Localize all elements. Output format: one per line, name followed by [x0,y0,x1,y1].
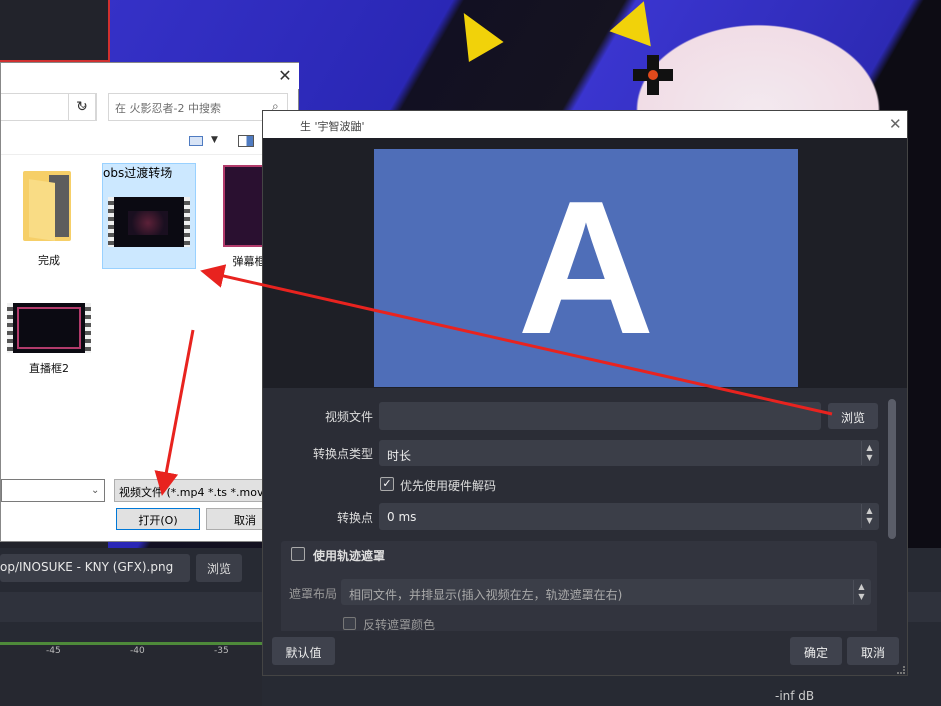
file-item-label: obs过渡转场 [103,166,173,180]
mixer-tick: -35 [214,646,229,656]
defaults-button[interactable]: 默认值 [272,637,335,665]
file-item-video-selected[interactable]: obs过渡转场 [102,163,196,269]
cancel-button[interactable]: 取消 [847,637,899,665]
use-track-matte-checkbox[interactable] [291,547,305,561]
search-placeholder: 在 火影忍者-2 中搜索 [115,102,221,115]
browse-button[interactable]: 浏览 [828,403,878,429]
input-value: 0 ms [387,510,417,524]
source-browse-button[interactable]: 浏览 [196,554,242,582]
close-icon[interactable]: ✕ [889,115,902,133]
file-item-label: 完成 [38,254,60,267]
transition-point-input[interactable]: 0 ms ▲ ▼ [379,503,879,530]
search-input[interactable]: 在 火影忍者-2 中搜索 ⌕ [108,93,288,121]
preview-selection-border [108,0,110,62]
dialog-titlebar [1,63,299,89]
video-thumbnail-icon [108,197,190,247]
video-thumbnail-icon [7,303,91,353]
file-item-video[interactable]: 直播框2 [3,303,95,383]
filename-input[interactable]: ⌄ [1,479,105,502]
file-open-dialog: ✕ ⌄ ↻ 在 火影忍者-2 中搜索 ⌕ ▼ ? 完成 obs过渡转场 弹幕框 [0,62,299,542]
properties-dialog: 生 '宇智波鼬' ✕ A 视频文件 浏览 转换点类型 时长 ▲ ▼ ✓ 优先使用硬… [262,110,908,676]
filetype-value: 视频文件 (*.mp4 *.ts *.mov *. [119,486,276,499]
hw-decode-checkbox[interactable]: ✓ [380,477,394,491]
chevron-updown-icon[interactable]: ▲ ▼ [853,580,869,604]
transition-preview: A [374,149,798,387]
chevron-down-icon[interactable]: ▼ [211,135,218,145]
view-mode-icon[interactable] [189,136,203,146]
open-button[interactable]: 打开(O) [116,508,200,530]
matte-layout-label: 遮罩布局 [288,587,337,601]
volume-readout: -inf dB [775,689,815,703]
use-track-matte-label: 使用轨迹遮罩 [313,549,386,563]
transition-point-type-select[interactable]: 时长 ▲ ▼ [379,440,879,466]
mixer-tick: -40 [130,646,145,656]
dialog-title: 生 '宇智波鼬' [263,111,907,138]
video-file-label: 视频文件 [324,410,373,424]
close-icon[interactable]: ✕ [273,65,297,87]
video-file-field[interactable] [379,402,821,430]
chevron-updown-icon[interactable]: ▲ ▼ [861,441,877,465]
select-value: 时长 [387,449,412,463]
matte-layout-select[interactable]: 相同文件，并排显示(插入视频在左，轨迹遮罩在右) ▲ ▼ [341,579,871,605]
mixer-tick: -45 [46,646,61,656]
scrollbar[interactable] [888,399,896,539]
transition-point-type-label: 转换点类型 [312,447,373,461]
chevron-down-icon[interactable]: ⌄ [91,485,99,496]
source-path-field[interactable]: op/INOSUKE - KNY (GFX).png [0,554,190,582]
preview-art-cross [633,55,673,95]
spinner-icon[interactable]: ▲ ▼ [861,504,877,528]
file-item-folder[interactable]: 完成 [3,169,95,269]
ok-button[interactable]: 确定 [790,637,842,665]
select-value: 相同文件，并排显示(插入视频在左，轨迹遮罩在右) [349,588,623,602]
hw-decode-label: 优先使用硬件解码 [400,479,497,493]
preview-pane-icon[interactable] [238,135,254,147]
filetype-select[interactable]: 视频文件 (*.mp4 *.ts *.mov *. ⌄ [114,479,286,502]
transition-point-label: 转换点 [336,511,373,525]
invert-matte-checkbox[interactable] [343,617,356,630]
audio-meter-bar [0,642,262,645]
folder-icon [23,171,71,241]
file-item-label: 直播框2 [29,362,69,375]
resize-grip-icon[interactable] [897,666,905,674]
refresh-icon[interactable]: ↻ [68,93,96,121]
dialog-toolbar [1,129,299,155]
